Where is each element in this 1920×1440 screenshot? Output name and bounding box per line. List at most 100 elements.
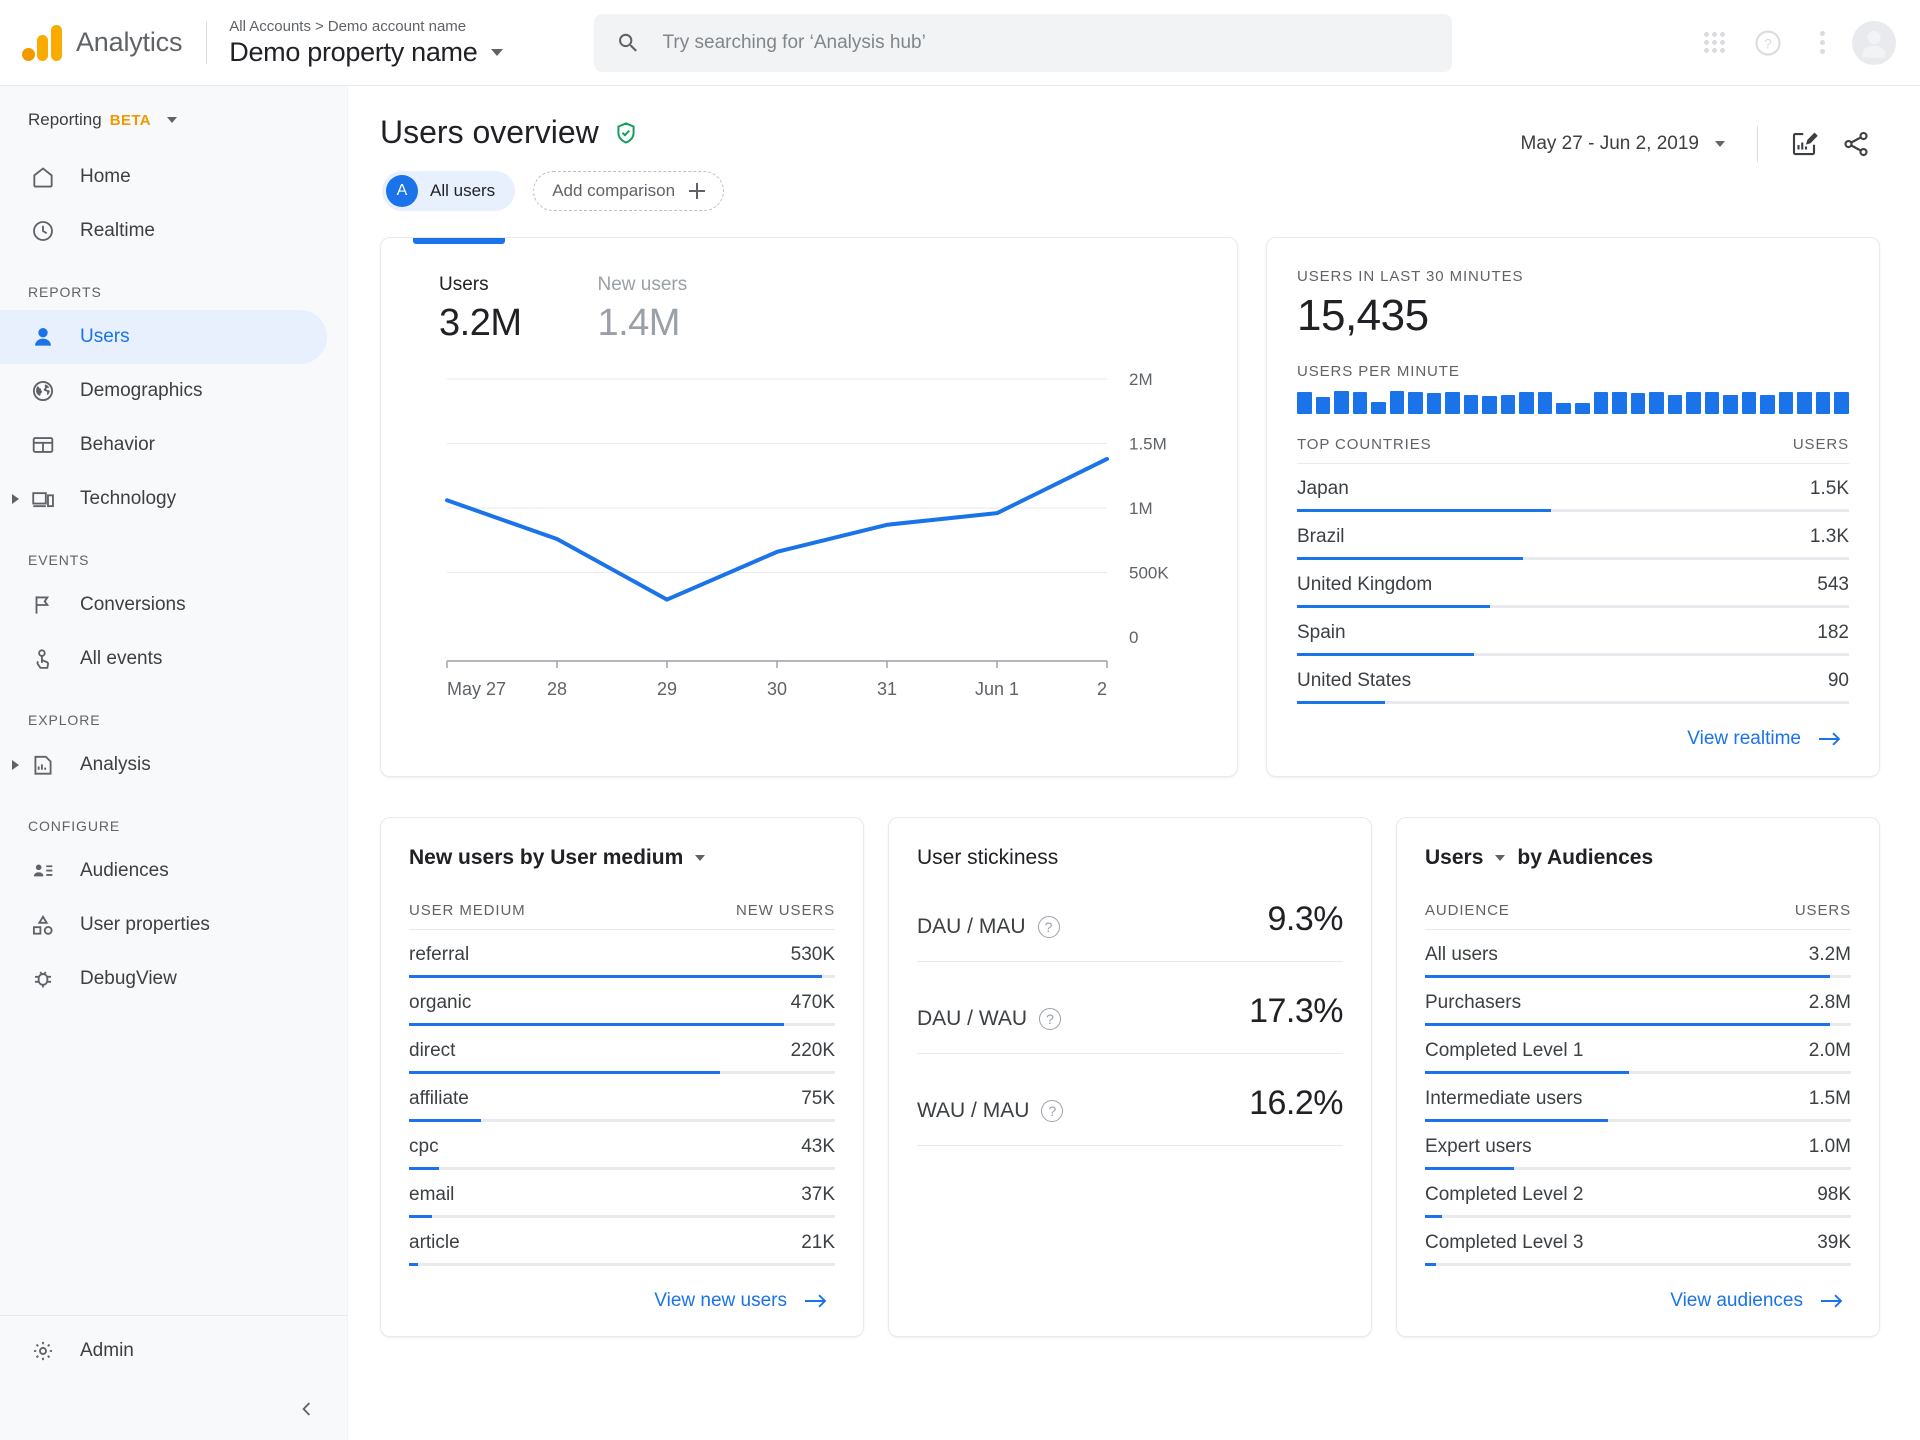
sidebar-item-conversions[interactable]: Conversions [0, 578, 327, 632]
view-new-users-row: View new users [409, 1266, 835, 1320]
users-per-minute-sparkline [1297, 390, 1849, 414]
chip-all-users[interactable]: A All users [382, 171, 516, 211]
row-label: United Kingdom [1297, 574, 1433, 595]
sidebar-item-all-events[interactable]: All events [0, 632, 327, 686]
sidebar-item-label: Demographics [80, 380, 203, 401]
view-audiences-row: View audiences [1425, 1266, 1851, 1320]
new-users-card-title[interactable]: New users by User medium [409, 846, 835, 870]
chevron-down-icon [167, 117, 178, 123]
top-countries-header: TOP COUNTRIES USERS [1297, 436, 1849, 464]
row-bar-fill [1425, 975, 1830, 978]
table-row[interactable]: Brazil 1.3K [1297, 512, 1849, 560]
sidebar-section-configure: CONFIGURE [28, 818, 121, 834]
svg-text:1M: 1M [1129, 499, 1153, 518]
row-label: All users [1425, 944, 1498, 965]
search-input[interactable] [662, 31, 1430, 54]
search-bar[interactable] [594, 13, 1452, 72]
insights-edit-icon[interactable] [1780, 120, 1828, 168]
table-row[interactable]: article 21K [409, 1218, 835, 1266]
table-row[interactable]: All users 3.2M [1425, 930, 1851, 978]
sparkline-bar [1500, 395, 1516, 414]
window-icon [28, 430, 58, 460]
row-bar-track [1297, 653, 1849, 656]
row-label: Intermediate users [1425, 1088, 1583, 1109]
table-row[interactable]: Completed Level 1 2.0M [1425, 1026, 1851, 1074]
table-row[interactable]: United States 90 [1297, 656, 1849, 704]
new-users-card-title-label: New users by User medium [409, 846, 684, 869]
sidebar-item-behavior[interactable]: Behavior [0, 418, 327, 472]
svg-text:2: 2 [1097, 679, 1107, 699]
row-bar-track [1425, 1071, 1851, 1074]
svg-text:May 27: May 27 [447, 679, 506, 699]
help-circle-icon[interactable]: ? [1041, 1100, 1064, 1122]
table-row[interactable]: Japan 1.5K [1297, 464, 1849, 512]
row-bar-track [1425, 975, 1851, 978]
apps-grid-icon[interactable] [1690, 19, 1738, 67]
sidebar-item-admin[interactable]: Admin [0, 1324, 327, 1378]
chevron-down-icon[interactable] [1495, 855, 1506, 861]
add-comparison-button[interactable]: Add comparison [533, 171, 725, 211]
audiences-icon [28, 856, 58, 886]
table-row[interactable]: Expert users 1.0M [1425, 1122, 1851, 1170]
date-range-picker[interactable]: May 27 - Jun 2, 2019 [1511, 125, 1736, 163]
audiences-metric-selector[interactable]: Users [1425, 846, 1483, 870]
table-row[interactable]: organic 470K [409, 978, 835, 1026]
help-circle-icon[interactable]: ? [1744, 19, 1792, 67]
table-row[interactable]: referral 530K [409, 930, 835, 978]
sidebar-item-realtime[interactable]: Realtime [0, 204, 327, 258]
row-bar-track [409, 1119, 835, 1122]
table-row[interactable]: Completed Level 3 39K [1425, 1218, 1851, 1266]
sidebar-item-user-properties[interactable]: User properties [0, 898, 327, 952]
table-row-line: Completed Level 3 39K [1425, 1232, 1851, 1263]
help-circle-icon[interactable]: ? [1037, 916, 1060, 938]
row-value: 543 [1817, 574, 1849, 595]
view-realtime-link[interactable]: View realtime [1681, 720, 1849, 758]
table-row[interactable]: affiliate 75K [409, 1074, 835, 1122]
expand-arrow-icon[interactable] [12, 760, 19, 770]
sidebar-item-analysis[interactable]: Analysis [0, 738, 327, 792]
chevron-down-icon [1715, 141, 1725, 147]
chevron-down-icon[interactable] [491, 48, 504, 56]
table-row[interactable]: direct 220K [409, 1026, 835, 1074]
table-row[interactable]: Purchasers 2.8M [1425, 978, 1851, 1026]
chip-avatar: A [386, 175, 418, 207]
row-value: 1.5M [1808, 1088, 1851, 1109]
reporting-switcher[interactable]: Reporting BETA [0, 104, 347, 136]
share-icon[interactable] [1832, 120, 1880, 168]
expand-arrow-icon[interactable] [12, 494, 19, 504]
table-row[interactable]: United Kingdom 543 [1297, 560, 1849, 608]
row-label: organic [409, 992, 472, 1013]
table-row[interactable]: cpc 43K [409, 1122, 835, 1170]
help-circle-icon[interactable]: ? [1039, 1008, 1062, 1030]
sidebar-item-users[interactable]: Users [0, 310, 327, 364]
metric-users[interactable]: Users 3.2M [439, 274, 522, 345]
kebab-menu-icon[interactable] [1798, 19, 1846, 67]
breadcrumb-account[interactable]: Demo account name [328, 18, 466, 35]
row-value: 43K [801, 1136, 835, 1157]
new-users-by-medium-card: New users by User medium USER MEDIUM NEW… [380, 817, 864, 1337]
chevron-left-icon[interactable] [295, 1397, 319, 1421]
table-row[interactable]: Completed Level 2 98K [1425, 1170, 1851, 1218]
sidebar-item-debugview[interactable]: DebugView [0, 952, 327, 1006]
stickiness-label: DAU / WAU [917, 1007, 1028, 1030]
table-row-line: Japan 1.5K [1297, 478, 1849, 509]
table-row[interactable]: Spain 182 [1297, 608, 1849, 656]
view-audiences-link[interactable]: View audiences [1664, 1282, 1851, 1320]
table-row[interactable]: Intermediate users 1.5M [1425, 1074, 1851, 1122]
sidebar-item-demographics[interactable]: Demographics [0, 364, 327, 418]
breadcrumb-root[interactable]: All Accounts [229, 18, 311, 35]
metric-new-users[interactable]: New users 1.4M [597, 274, 687, 345]
property-selector[interactable]: All Accounts > Demo account name Demo prop… [229, 18, 504, 68]
chevron-down-icon[interactable] [695, 855, 706, 861]
sidebar-item-audiences[interactable]: Audiences [0, 844, 327, 898]
table-row[interactable]: email 37K [409, 1170, 835, 1218]
sparkline-bar [1315, 396, 1331, 414]
stickiness-label-wrap: DAU / MAU? [917, 915, 1060, 939]
row-value: 1.3K [1809, 526, 1849, 547]
avatar[interactable] [1852, 20, 1896, 65]
row-bar-track [409, 1023, 835, 1026]
view-new-users-link[interactable]: View new users [648, 1282, 835, 1320]
sidebar-item-home[interactable]: Home [0, 150, 327, 204]
sidebar-item-technology[interactable]: Technology [0, 472, 327, 526]
row-bar-track [1297, 605, 1849, 608]
